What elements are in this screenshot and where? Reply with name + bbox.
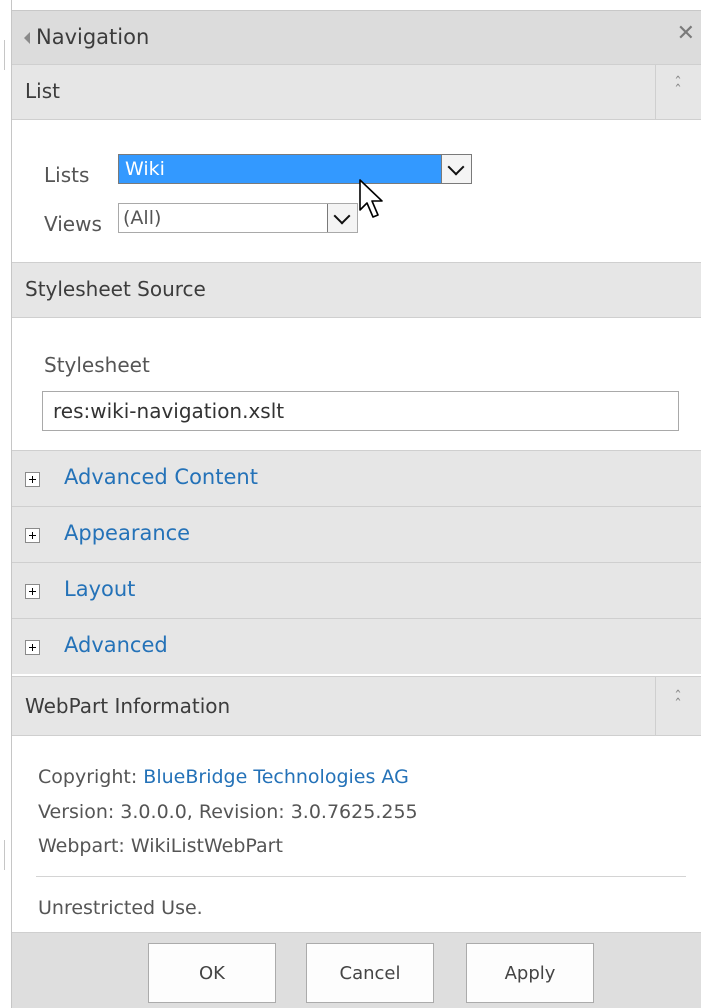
views-select[interactable]: (All) bbox=[118, 203, 358, 233]
stylesheet-section-header: Stylesheet Source bbox=[12, 262, 701, 318]
chevron-down-icon[interactable] bbox=[327, 204, 357, 232]
apply-button[interactable]: Apply bbox=[466, 943, 594, 1003]
company-link[interactable]: BlueBridge Technologies AG bbox=[143, 766, 409, 788]
triangle-left-icon[interactable] bbox=[24, 32, 30, 44]
stylesheet-label: Stylesheet bbox=[44, 353, 150, 377]
double-chevron-up-icon[interactable]: ˆˆ bbox=[655, 677, 701, 735]
left-edge-border bbox=[0, 0, 12, 1008]
views-label: Views bbox=[44, 212, 102, 236]
edge-tick bbox=[4, 840, 5, 870]
pane-titlebar: Navigation ✕ bbox=[12, 10, 701, 64]
accordion-label[interactable]: Appearance bbox=[64, 521, 190, 545]
plus-box-icon[interactable] bbox=[25, 584, 40, 599]
lists-label: Lists bbox=[44, 163, 90, 187]
tool-pane: Navigation ✕ List ˆˆ Lists Wiki Views (A… bbox=[12, 0, 701, 1008]
pane-footer: OK Cancel Apply bbox=[12, 932, 701, 1008]
stylesheet-input-wrapper bbox=[42, 391, 679, 431]
accordion-label[interactable]: Layout bbox=[64, 577, 135, 601]
stylesheet-input[interactable] bbox=[43, 392, 678, 430]
mouse-pointer-icon bbox=[359, 179, 383, 218]
list-section-title: List bbox=[25, 79, 60, 103]
version-line: Version: 3.0.0.0, Revision: 3.0.7625.255 bbox=[38, 801, 418, 823]
views-select-value: (All) bbox=[123, 207, 162, 229]
accordion-layout[interactable]: Layout bbox=[12, 562, 701, 618]
double-chevron-up-icon[interactable]: ˆˆ bbox=[655, 65, 701, 119]
webpart-info-header[interactable]: WebPart Information ˆˆ bbox=[12, 676, 701, 736]
accordion-label[interactable]: Advanced Content bbox=[64, 465, 258, 489]
ok-button[interactable]: OK bbox=[148, 943, 276, 1003]
cancel-button[interactable]: Cancel bbox=[306, 943, 434, 1003]
license-line: Unrestricted Use. bbox=[38, 897, 203, 919]
webpart-info-title: WebPart Information bbox=[25, 694, 231, 718]
divider bbox=[36, 876, 686, 877]
selection-highlight bbox=[119, 155, 441, 183]
webpart-line: Webpart: WikiListWebPart bbox=[38, 835, 283, 857]
plus-box-icon[interactable] bbox=[25, 528, 40, 543]
close-icon[interactable]: ✕ bbox=[677, 23, 695, 45]
accordion-appearance[interactable]: Appearance bbox=[12, 506, 701, 562]
list-section-header[interactable]: List ˆˆ bbox=[12, 64, 701, 120]
accordion-advanced[interactable]: Advanced bbox=[12, 618, 701, 674]
accordion-advanced-content[interactable]: Advanced Content bbox=[12, 450, 701, 506]
edge-tick bbox=[4, 40, 5, 70]
pane-title: Navigation bbox=[36, 25, 150, 49]
lists-select[interactable]: Wiki bbox=[118, 154, 472, 184]
stylesheet-section-title: Stylesheet Source bbox=[25, 277, 206, 301]
copyright-prefix: Copyright: bbox=[38, 766, 138, 788]
plus-box-icon[interactable] bbox=[25, 640, 40, 655]
accordion-label[interactable]: Advanced bbox=[64, 633, 168, 657]
copyright-line: Copyright: BlueBridge Technologies AG bbox=[38, 766, 409, 788]
chevron-down-icon[interactable] bbox=[441, 155, 471, 183]
plus-box-icon[interactable] bbox=[25, 472, 40, 487]
lists-select-value: Wiki bbox=[125, 158, 165, 180]
